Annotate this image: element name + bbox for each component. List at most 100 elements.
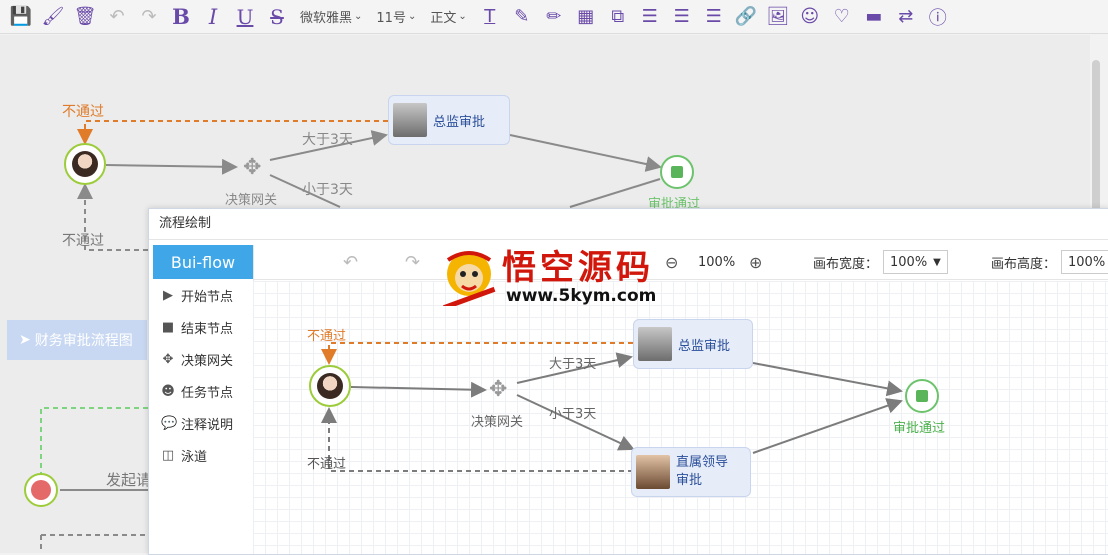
gateway-icon[interactable]: ✥	[243, 155, 261, 180]
initiate-label: 发起请	[106, 471, 152, 489]
shuffle-icon[interactable]: ⇄	[893, 4, 919, 30]
finance-flow-label: 财务审批流程图	[34, 333, 133, 349]
palette-item-comment[interactable]: 💬 注释说明	[153, 407, 253, 439]
save-icon[interactable]: 💾	[8, 4, 34, 30]
columns-icon: ◫	[161, 447, 175, 463]
move-icon: ✥	[162, 351, 174, 367]
comment-icon: 💬	[161, 415, 178, 431]
director-approval-node[interactable]: 总监审批	[633, 319, 753, 369]
canvas-height-label: 画布高度：	[991, 256, 1057, 272]
align-left-icon[interactable]: ☰	[669, 4, 695, 30]
lt3-label: 小于3天	[302, 182, 353, 198]
watermark-title: 悟空源码	[502, 248, 654, 288]
canvas-width-label: 画布宽度：	[813, 256, 879, 272]
reject-bottom-label: 不通过	[307, 457, 347, 472]
minus-icon[interactable]: ▬	[861, 4, 887, 30]
font-size-select[interactable]: 11号 ⌄	[372, 4, 420, 30]
canvas-height-select[interactable]: 100%	[1061, 250, 1108, 274]
send-icon: ➤	[19, 332, 31, 348]
director-avatar	[638, 327, 672, 361]
trash-icon[interactable]: 🗑	[72, 4, 98, 30]
canvas-width-select[interactable]: 100% ▼	[883, 250, 948, 274]
gt3-label: 大于3天	[549, 357, 597, 372]
start-node-avatar[interactable]	[309, 365, 351, 407]
flow-canvas[interactable]: 不通过 ✥ 决策网关 大于3天 小于3天 总监审批 直属领导 审批 审批通过 不通…	[253, 281, 1108, 554]
copy-icon[interactable]: ⧉	[605, 4, 631, 30]
start-node-avatar[interactable]	[64, 143, 106, 185]
palette-label: 任务节点	[181, 385, 234, 401]
finance-flow-button[interactable]: ➤ 财务审批流程图	[7, 320, 147, 360]
approved-label: 审批通过	[893, 421, 946, 436]
director-label: 总监审批	[433, 114, 486, 130]
monkey-logo-icon	[442, 251, 496, 306]
gateway-icon[interactable]: ✥	[489, 377, 507, 402]
palette-label: 泳道	[181, 449, 208, 465]
chevron-down-icon: ⌄	[458, 11, 467, 22]
leader-label-line1: 直属领导	[676, 455, 729, 470]
palette-label: 开始节点	[181, 289, 234, 305]
link-icon[interactable]: 🔗	[733, 4, 759, 30]
dialog-toolbar: ↶ ↷ ⊖ 100% ⊕ 画布宽度： 100% ▼ 画布高度： 100%	[253, 245, 1108, 280]
bold-button[interactable]: B	[168, 4, 194, 30]
director-approval-node[interactable]: 总监审批	[388, 95, 510, 145]
node-palette: Bui-flow ▶ 开始节点 ■ 结束节点 ✥ 决策网关 ☻ 任务节点 💬 注释说明 ◫…	[153, 245, 254, 554]
paragraph-select[interactable]: 正文 ⌄	[426, 4, 470, 30]
italic-button[interactable]: I	[200, 4, 226, 30]
canvas-height-value: 100%	[1068, 254, 1106, 270]
palette-item-gateway[interactable]: ✥ 决策网关	[153, 343, 253, 375]
chevron-down-icon: ⌄	[354, 11, 363, 22]
direct-leader-approval-node[interactable]: 直属领导 审批	[631, 447, 751, 497]
table-icon[interactable]: ▦	[573, 4, 599, 30]
stop-icon	[671, 166, 683, 178]
gateway-label: 决策网关	[471, 415, 524, 430]
canvas-width-value: 100%	[890, 254, 928, 270]
end-node[interactable]	[660, 155, 694, 189]
user-icon: ☻	[161, 383, 175, 399]
initiator-avatar[interactable]	[24, 473, 58, 507]
stop-icon	[916, 390, 928, 402]
brush-icon[interactable]: 🖌	[40, 4, 66, 30]
leader-label-line2: 审批	[676, 473, 703, 488]
avatar-image	[316, 372, 344, 400]
image-icon[interactable]: 🖼	[765, 4, 791, 30]
undo-icon[interactable]: ↶	[104, 4, 130, 30]
strikethrough-button[interactable]: S	[264, 4, 290, 30]
caret-down-icon: ▼	[933, 256, 941, 268]
palette-item-task[interactable]: ☻ 任务节点	[153, 375, 253, 407]
redo-icon[interactable]: ↷	[136, 4, 162, 30]
end-node[interactable]	[905, 379, 939, 413]
underline-button[interactable]: U	[232, 4, 258, 30]
stop-icon: ■	[161, 319, 175, 335]
heart-icon[interactable]: ♡	[829, 4, 855, 30]
align-right-icon[interactable]: ☰	[701, 4, 727, 30]
user-icon	[31, 480, 51, 500]
palette-item-lane[interactable]: ◫ 泳道	[153, 439, 253, 471]
font-family-select[interactable]: 微软雅黑 ⌄	[296, 4, 366, 30]
pencil-icon[interactable]: ✎	[509, 4, 535, 30]
palette-label: 决策网关	[181, 353, 234, 369]
gt3-label: 大于3天	[302, 132, 353, 148]
leader-label: 直属领导 审批	[676, 454, 728, 490]
edit-icon[interactable]: ✏	[541, 4, 567, 30]
play-icon: ▶	[163, 287, 173, 303]
brand-label: Bui-flow	[153, 245, 253, 279]
palette-label: 结束节点	[181, 321, 234, 337]
reject-label: 不通过	[307, 329, 347, 344]
text-height-icon[interactable]: T	[477, 4, 503, 30]
font-family-value: 微软雅黑	[300, 11, 353, 26]
dialog-title: 流程绘制	[149, 209, 1108, 240]
info-icon[interactable]: ⓘ	[925, 4, 951, 30]
align-center-icon[interactable]: ☰	[637, 4, 663, 30]
undo-icon[interactable]: ↶	[343, 252, 358, 273]
palette-item-end[interactable]: ■ 结束节点	[153, 311, 253, 343]
zoom-value: 100%	[698, 254, 736, 270]
zoom-in-icon[interactable]: ⊕	[749, 253, 762, 272]
palette-item-start[interactable]: ▶ 开始节点	[153, 279, 253, 311]
director-label: 总监审批	[678, 338, 731, 354]
director-avatar	[393, 103, 427, 137]
chevron-down-icon: ⌄	[407, 11, 417, 22]
reject-label: 不通过	[62, 104, 104, 120]
smile-icon[interactable]: ☺	[797, 4, 823, 30]
avatar-image	[71, 150, 99, 178]
redo-icon[interactable]: ↷	[405, 252, 420, 273]
